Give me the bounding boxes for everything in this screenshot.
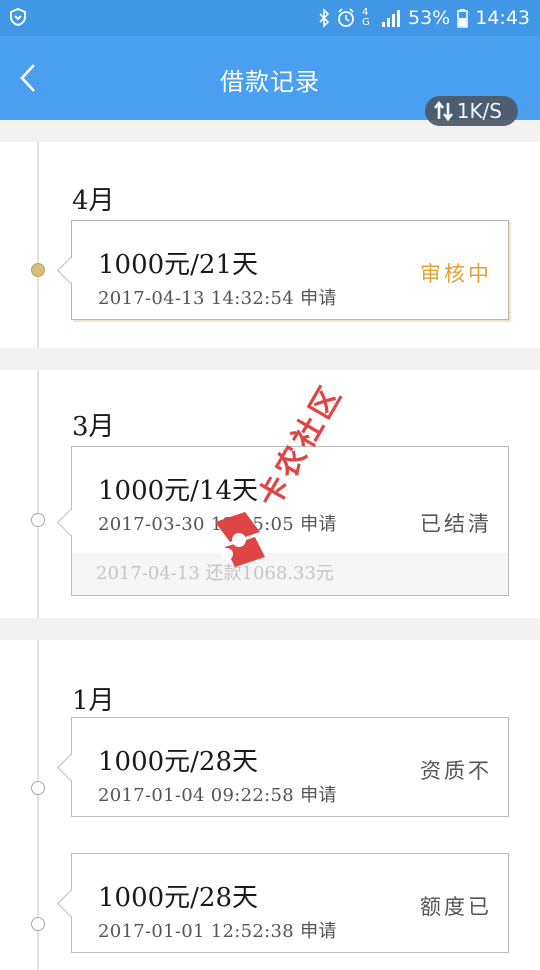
- alarm-icon: [338, 8, 354, 27]
- loan-amount: 1000元/28天: [98, 883, 259, 913]
- status-bar: 4G 53% 14:43: [0, 0, 540, 36]
- timeline-dot: [31, 781, 45, 795]
- status-badge: 额度已: [420, 895, 492, 919]
- timeline-dot: [31, 263, 45, 277]
- transfer-arrows-icon: [433, 100, 453, 122]
- month-heading: 1月: [72, 686, 115, 716]
- signal-icon: [382, 10, 400, 27]
- loan-amount: 1000元/28天: [98, 747, 259, 777]
- battery-icon: [457, 9, 468, 28]
- month-heading: 4月: [72, 186, 115, 216]
- loan-amount: 1000元/14天: [98, 476, 259, 506]
- month-heading: 3月: [72, 412, 115, 442]
- timeline-dot: [31, 917, 45, 931]
- bluetooth-icon: [319, 8, 330, 28]
- apply-date: 2017-03-30 13:05:05 申请: [98, 514, 337, 535]
- month-section: 3月 1000元/14天 2017-03-30 13:05:05 申请 已结清 …: [0, 370, 540, 618]
- nav-bar: 借款记录 1K/S: [0, 36, 540, 126]
- loan-record-card[interactable]: 1000元/21天 2017-04-13 14:32:54 申请 审核中: [57, 220, 509, 320]
- apply-date: 2017-04-13 14:32:54 申请: [98, 288, 337, 309]
- battery-percent: 53%: [408, 7, 451, 29]
- month-section: 1月 1000元/28天 2017-01-04 09:22:58 申请 资质不 …: [0, 640, 540, 970]
- apply-date: 2017-01-01 12:52:38 申请: [98, 921, 337, 942]
- status-badge: 资质不: [420, 759, 492, 783]
- page-title: 借款记录: [220, 68, 320, 96]
- loan-records-list: 4月 1000元/21天 2017-04-13 14:32:54 申请 审核中 …: [0, 120, 540, 970]
- loan-record-card[interactable]: 1000元/28天 2017-01-04 09:22:58 申请 资质不: [57, 717, 509, 817]
- loan-record-card[interactable]: 1000元/28天 2017-01-01 12:52:38 申请 额度已: [57, 853, 509, 953]
- status-badge: 已结清: [420, 512, 492, 536]
- timeline-line: [37, 142, 39, 348]
- repayment-info: 2017-04-13 还款1068.33元: [72, 553, 508, 595]
- month-section: 4月 1000元/21天 2017-04-13 14:32:54 申请 审核中: [0, 142, 540, 348]
- apply-date: 2017-01-04 09:22:58 申请: [98, 785, 337, 806]
- loan-record-card[interactable]: 1000元/14天 2017-03-30 13:05:05 申请 已结清 201…: [57, 446, 509, 596]
- status-badge: 审核中: [420, 262, 492, 286]
- clock: 14:43: [475, 7, 530, 29]
- network-type: 4G: [362, 7, 370, 28]
- timeline-dot: [31, 513, 45, 527]
- timeline-line: [37, 370, 39, 618]
- shield-icon: [10, 7, 26, 27]
- loan-amount: 1000元/21天: [98, 250, 259, 280]
